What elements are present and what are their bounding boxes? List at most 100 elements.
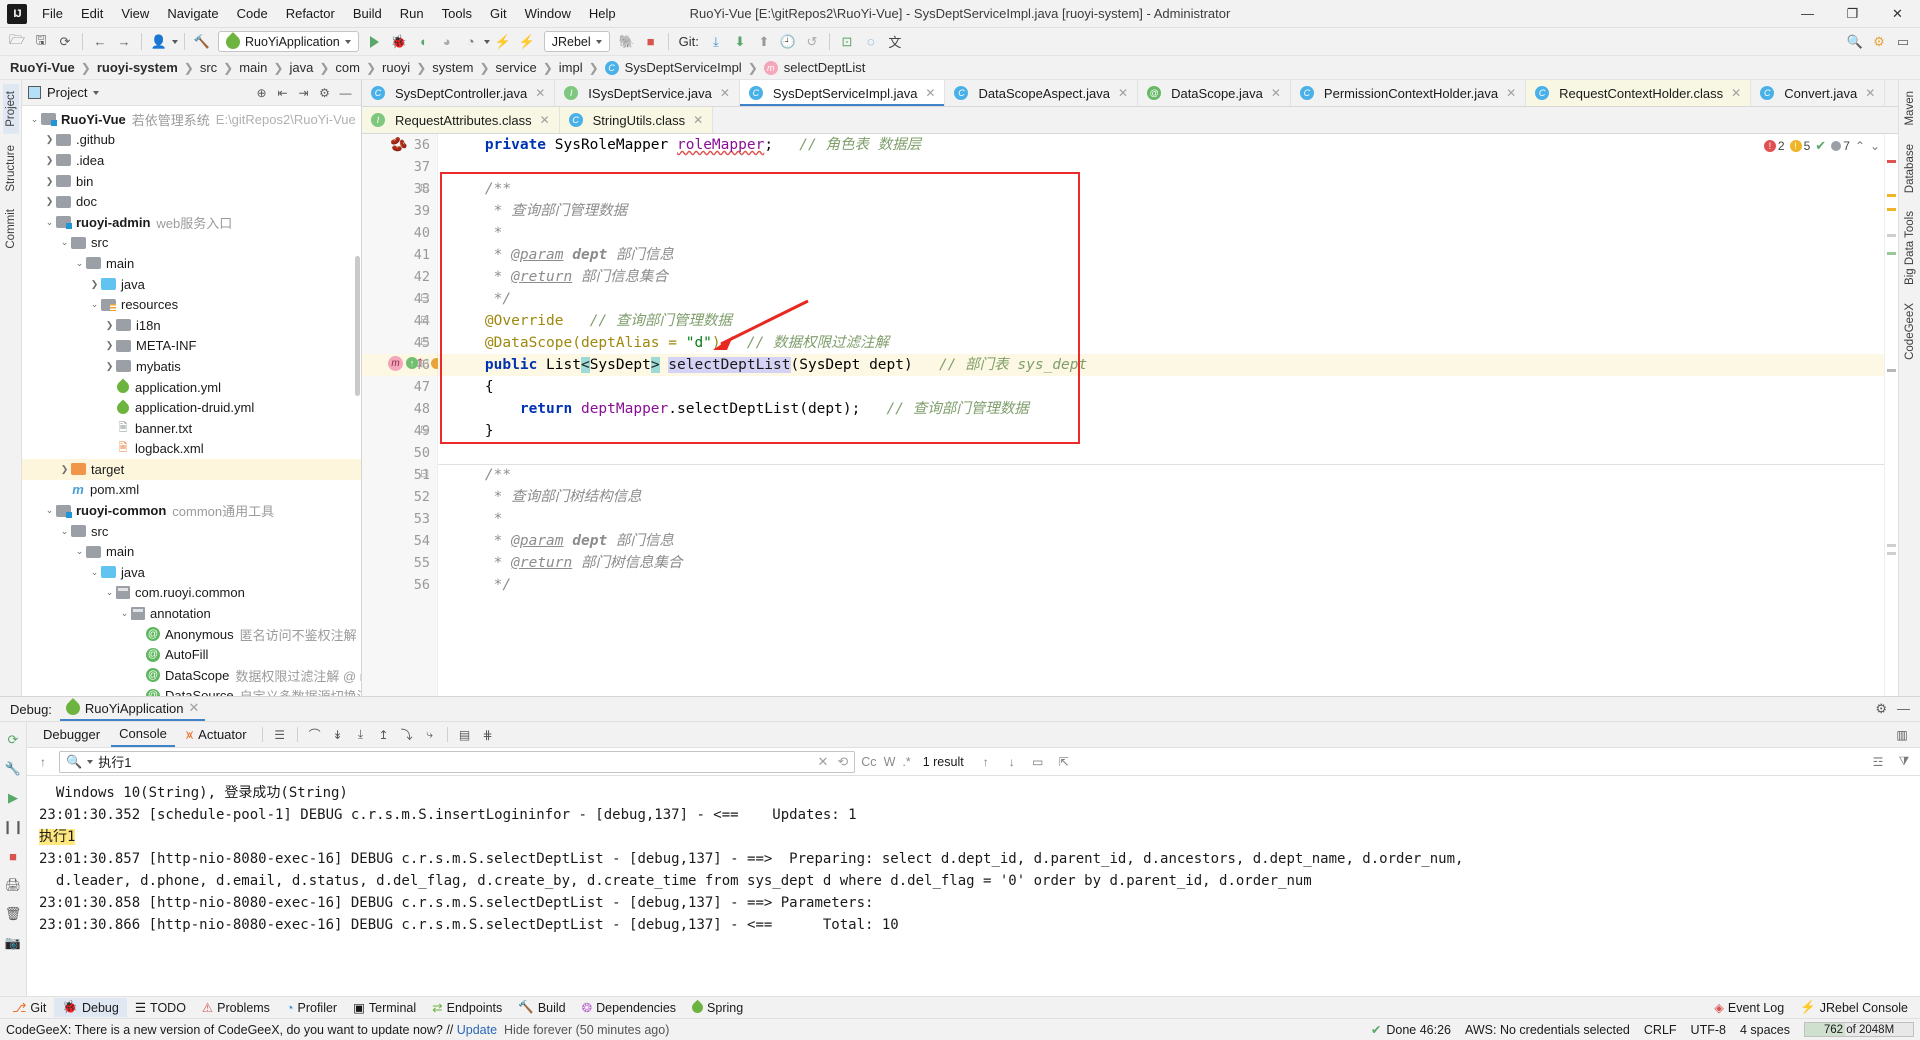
camera-icon[interactable]: 📷 <box>3 933 23 953</box>
fold-collapse-icon[interactable]: ⊟ <box>420 467 429 480</box>
footer-item-debug[interactable]: 🐞 Debug <box>54 998 127 1017</box>
breadcrumb-item-10[interactable]: SysDeptServiceImpl <box>625 60 742 75</box>
tool-tab-database[interactable]: Database <box>1902 137 1918 200</box>
jrebel-selector[interactable]: JRebel <box>543 31 610 52</box>
pause-icon[interactable]: ❙❙ <box>2 817 24 837</box>
code-line[interactable]: return deptMapper.selectDeptList(dept); … <box>438 398 1884 420</box>
main-toolbar[interactable]: 🗁 🖫 ⟳ ← → 👤 🔨 RuoYiApplication 🐞 ◖ ◕ ◔ ⚡… <box>0 28 1920 56</box>
match-case-toggle[interactable]: Cc <box>861 755 876 769</box>
tool-tab-codegeex[interactable]: CodeGeeX <box>1902 296 1918 367</box>
chevron-down-icon[interactable] <box>483 39 490 44</box>
debug-button[interactable]: 🐞 <box>388 31 410 53</box>
menu-build[interactable]: Build <box>344 2 391 25</box>
code-line[interactable]: * 查询部门管理数据 <box>438 200 1884 222</box>
breadcrumb-item-2[interactable]: src <box>200 60 217 75</box>
editor-tab[interactable]: C SysDeptController.java ✕ <box>362 80 556 106</box>
git-history-icon[interactable]: 🕘 <box>777 31 799 53</box>
footer-item-profiler[interactable]: ◔ Profiler <box>278 999 345 1017</box>
chevron-down-icon[interactable]: ⌄ <box>73 546 86 557</box>
clear-search-icon[interactable]: ✕ <box>817 754 828 770</box>
tree-node[interactable]: m pom.xml <box>22 480 361 501</box>
breadcrumb-item-4[interactable]: java <box>289 60 313 75</box>
console-line[interactable]: 23:01:30.858 [http-nio-8080-exec-16] DEB… <box>27 892 1920 914</box>
hide-panel-icon[interactable]: — <box>1897 701 1910 717</box>
code-line[interactable]: } <box>438 420 1884 442</box>
code-editor[interactable]: private SysRoleMapper roleMapper; // 角色表… <box>438 134 1884 696</box>
code-line[interactable]: * 查询部门树结构信息 <box>438 486 1884 508</box>
close-icon[interactable]: ✕ <box>693 113 703 127</box>
project-panel-tools[interactable]: ⊕ ⇤ ⇥ ⚙ — <box>252 83 355 102</box>
breadcrumb-item-0[interactable]: RuoYi-Vue <box>10 60 75 75</box>
gutter-line[interactable]: 55 <box>362 552 437 574</box>
gutter-line[interactable]: 40 <box>362 222 437 244</box>
status-update-link[interactable]: Update <box>457 1023 497 1037</box>
next-match-icon[interactable]: ↓ <box>1002 755 1022 769</box>
chevron-right-icon[interactable]: ❯ <box>103 320 116 331</box>
tree-node[interactable]: ⌄ com.ruoyi.common <box>22 583 361 604</box>
footer-item-spring[interactable]: Spring <box>684 999 751 1017</box>
menu-navigate[interactable]: Navigate <box>158 2 227 25</box>
profiler-icon[interactable]: ◕ <box>436 31 458 53</box>
chevron-up-icon[interactable]: ⌃ <box>1855 139 1865 153</box>
code-line[interactable] <box>438 442 1884 464</box>
breadcrumb-item-7[interactable]: system <box>432 60 473 75</box>
tree-node[interactable]: ⌄ RuoYi-Vue 若依管理系统 E:\gitRepos2\RuoYi-Vue <box>22 109 361 130</box>
git-update-icon[interactable]: ⤓ <box>705 31 727 53</box>
menu-view[interactable]: View <box>112 2 158 25</box>
breadcrumb-item-5[interactable]: com <box>335 60 360 75</box>
code-line[interactable]: public List<SysDept> selectDeptList(SysD… <box>438 354 1884 376</box>
code-line[interactable]: @Override // 查询部门管理数据 <box>438 310 1884 332</box>
tree-node[interactable]: ⌄ resources <box>22 294 361 315</box>
breadcrumb-item-8[interactable]: service <box>496 60 537 75</box>
gutter-line[interactable]: 50 <box>362 442 437 464</box>
tree-node[interactable]: ❯ META-INF <box>22 336 361 357</box>
step-out-icon[interactable]: ↥ <box>374 725 394 745</box>
tree-node[interactable]: @ Anonymous 匿名访问不鉴权注解 @ ruoyi <box>22 624 361 645</box>
chevron-down-icon[interactable]: ⌄ <box>28 114 41 125</box>
tree-node[interactable]: application-druid.yml <box>22 397 361 418</box>
status-encoding[interactable]: UTF-8 <box>1691 1023 1726 1037</box>
status-tool-bar[interactable]: ⎇ Git 🐞 Debug ☰ TODO ⚠ Problems ◔ Profiler ▣ T… <box>0 996 1920 1018</box>
scroll-from-source-icon[interactable]: ⊕ <box>252 83 271 102</box>
menu-tools[interactable]: Tools <box>433 2 481 25</box>
editor-tab[interactable]: @ DataScope.java ✕ <box>1138 80 1291 106</box>
attach-profiler-icon[interactable]: ◔ <box>460 31 482 53</box>
code-line[interactable]: * @param dept 部门信息 <box>438 530 1884 552</box>
code-line[interactable]: * @param dept 部门信息 <box>438 244 1884 266</box>
footer-item-jrebel-console[interactable]: ⚡ JRebel Console <box>1792 998 1916 1017</box>
code-line[interactable]: { <box>438 376 1884 398</box>
breadcrumb-item-3[interactable]: main <box>239 60 267 75</box>
footer-item-dependencies[interactable]: ❂ Dependencies <box>574 998 684 1017</box>
chevron-down-icon[interactable] <box>87 759 94 764</box>
chevron-down-icon[interactable]: ⌄ <box>1870 139 1880 153</box>
filter-icon[interactable]: ⧩ <box>1894 754 1914 769</box>
close-icon[interactable]: ✕ <box>1506 86 1516 100</box>
tree-node[interactable]: ⌄ ruoyi-common common通用工具 <box>22 500 361 521</box>
tree-node[interactable]: @ DataScope 数据权限过滤注解 @ ruoyi <box>22 665 361 686</box>
git-push-icon[interactable]: ⬆ <box>753 31 775 53</box>
force-step-into-icon[interactable]: ⤓ <box>351 725 371 745</box>
editor-gutter[interactable]: 36 37 38 39 40 41 42 43 44 45 46 47 48 49 50 51 52 53 54 55… <box>362 134 442 696</box>
debug-settings-icon[interactable]: 🔧 <box>3 759 23 779</box>
chevron-right-icon[interactable]: ❯ <box>43 134 56 145</box>
tree-node[interactable]: ⌄ java <box>22 562 361 583</box>
close-icon[interactable]: ✕ <box>1118 86 1128 100</box>
run-with-coverage-icon[interactable]: ◖ <box>412 31 434 53</box>
footer-item-terminal[interactable]: ▣ Terminal <box>345 998 424 1017</box>
step-over-icon[interactable]: ⌒ <box>305 725 325 745</box>
console-line[interactable]: 23:01:30.352 [schedule-pool-1] DEBUG c.r… <box>27 804 1920 826</box>
code-line[interactable]: */ <box>438 574 1884 596</box>
status-indent[interactable]: 4 spaces <box>1740 1023 1790 1037</box>
tool-tab-project[interactable]: Project <box>2 84 19 134</box>
method-gutter-icon[interactable]: m <box>388 356 403 371</box>
hide-panel-icon[interactable]: — <box>336 83 355 102</box>
chevron-down-icon[interactable]: ⌄ <box>118 608 131 619</box>
console-search-bar[interactable]: ↑ 🔍 执行1 ✕ ⟲ Cc W .* 1 result ↑ ↓ ▭ ⇱ ☲ ⧩ <box>27 748 1920 776</box>
gutter-line[interactable]: 37 <box>362 156 437 178</box>
status-aws[interactable]: AWS: No credentials selected <box>1465 1023 1630 1037</box>
left-tool-strip[interactable]: Project Structure Commit <box>0 80 22 696</box>
fold-collapse-icon[interactable]: ⊟ <box>420 181 429 194</box>
status-hide-link[interactable]: Hide forever (50 minutes ago) <box>504 1023 669 1037</box>
forward-icon[interactable]: → <box>113 31 135 53</box>
chevron-down-icon[interactable] <box>595 39 602 44</box>
